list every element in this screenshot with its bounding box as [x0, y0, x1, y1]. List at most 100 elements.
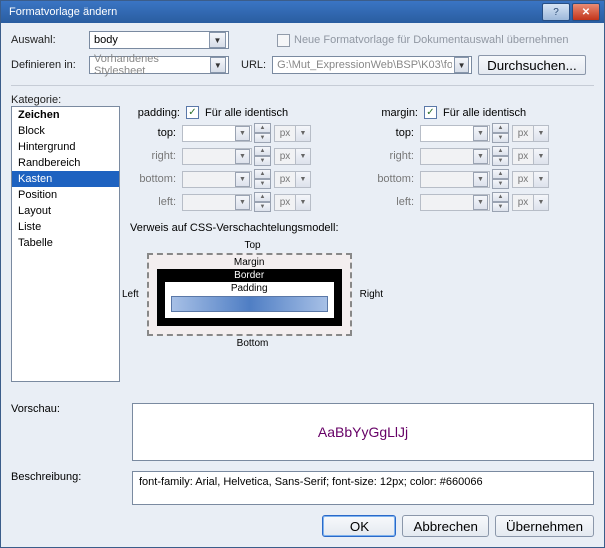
button-row: OK Abbrechen Übernehmen — [11, 505, 594, 537]
cat-layout[interactable]: Layout — [12, 203, 119, 219]
cat-tabelle[interactable]: Tabelle — [12, 235, 119, 251]
url-label: URL: — [241, 59, 266, 71]
margin-top-unit[interactable]: px▼ — [512, 125, 552, 142]
chevron-down-icon: ▼ — [210, 57, 226, 73]
padding-left-unit: px▼ — [274, 194, 314, 211]
chevron-down-icon: ▼ — [235, 149, 250, 164]
chevron-down-icon: ▼ — [454, 57, 469, 73]
divider — [11, 85, 594, 86]
cat-kasten[interactable]: Kasten — [12, 171, 119, 187]
boxmodel-header: Verweis auf CSS-Verschachtelungsmodell: — [130, 222, 594, 234]
margin-group: margin: ✓ Für alle identisch top: ▼ ▲▼ p… — [368, 106, 576, 212]
padding-identical-checkbox[interactable]: ✓ — [186, 106, 199, 119]
description-label: Beschreibung: — [11, 471, 120, 483]
chevron-down-icon: ▼ — [209, 32, 226, 48]
margin-left-input: ▼ — [420, 194, 490, 211]
auswahl-select[interactable]: body ▼ — [89, 31, 229, 49]
margin-left-unit: px▼ — [512, 194, 552, 211]
dialog-window: Formatvorlage ändern ? ✕ Auswahl: body ▼… — [0, 0, 605, 548]
auswahl-label: Auswahl: — [11, 34, 83, 46]
cat-zeichen[interactable]: Zeichen — [12, 107, 119, 123]
margin-top-input[interactable]: ▼ — [420, 125, 490, 142]
margin-right-input: ▼ — [420, 148, 490, 165]
chevron-down-icon: ▼ — [473, 195, 488, 210]
padding-right-input: ▼ — [182, 148, 252, 165]
margin-grid: top: ▼ ▲▼ px▼ right: ▼ ▲▼ px▼ bottom: ▼ — [368, 123, 576, 212]
padding-bottom-spinner: ▲▼ — [254, 169, 272, 189]
neue-template-checkbox[interactable]: Neue Formatvorlage für Dokumentauswahl ü… — [277, 34, 569, 47]
border-text: Border — [234, 270, 264, 281]
apply-button[interactable]: Übernehmen — [495, 515, 594, 537]
padding-top-label: top: — [130, 127, 180, 139]
padding-identical-label: Für alle identisch — [205, 107, 288, 119]
padding-right-label: right: — [130, 150, 180, 162]
margin-bottom-label: bottom: — [368, 173, 418, 185]
padding-bottom-unit: px▼ — [274, 171, 314, 188]
margin-identical-checkbox[interactable]: ✓ — [424, 106, 437, 119]
def-in-value: Vorhandenes Stylesheet — [94, 53, 208, 77]
cat-hintergrund[interactable]: Hintergrund — [12, 139, 119, 155]
padding-top-input[interactable]: ▼ — [182, 125, 252, 142]
bm-right: Right — [356, 289, 387, 300]
preview-box: AaBbYyGgLlJj — [132, 403, 594, 461]
chevron-down-icon: ▼ — [473, 149, 488, 164]
kategorie-label: Kategorie: — [11, 94, 120, 106]
padding-label: padding: — [130, 107, 180, 119]
title-text: Formatvorlage ändern — [5, 6, 542, 18]
neue-template-label: Neue Formatvorlage für Dokumentauswahl ü… — [294, 34, 569, 46]
description-row: Beschreibung: font-family: Arial, Helvet… — [11, 471, 594, 505]
def-in-label: Definieren in: — [11, 59, 83, 71]
close-button[interactable]: ✕ — [572, 3, 600, 21]
cat-liste[interactable]: Liste — [12, 219, 119, 235]
border-box: Border Padding — [157, 269, 342, 326]
auswahl-value: body — [94, 34, 118, 46]
box-model-diagram: Top Left Margin Border Padding — [135, 238, 370, 351]
padding-top-spinner[interactable]: ▲▼ — [254, 123, 272, 143]
cancel-button[interactable]: Abbrechen — [402, 515, 488, 537]
row-definieren: Definieren in: Vorhandenes Stylesheet ▼ … — [11, 55, 594, 75]
ok-button[interactable]: OK — [322, 515, 396, 537]
cat-randbereich[interactable]: Randbereich — [12, 155, 119, 171]
description-box: font-family: Arial, Helvetica, Sans-Seri… — [132, 471, 594, 505]
chevron-down-icon: ▼ — [473, 172, 488, 187]
margin-top-label: top: — [368, 127, 418, 139]
margin-top-spinner[interactable]: ▲▼ — [492, 123, 510, 143]
preview-sample: AaBbYyGgLlJj — [318, 424, 408, 440]
padding-box: Padding — [165, 282, 334, 318]
chevron-down-icon: ▼ — [235, 172, 250, 187]
padding-left-input: ▼ — [182, 194, 252, 211]
help-button[interactable]: ? — [542, 3, 570, 21]
titlebar: Formatvorlage ändern ? ✕ — [1, 1, 604, 23]
margin-right-unit: px▼ — [512, 148, 552, 165]
padding-bottom-input: ▼ — [182, 171, 252, 188]
margin-left-label: left: — [368, 196, 418, 208]
browse-button[interactable]: Durchsuchen... — [478, 55, 586, 75]
margin-bottom-input: ▼ — [420, 171, 490, 188]
margin-right-label: right: — [368, 150, 418, 162]
cat-block[interactable]: Block — [12, 123, 119, 139]
kategorie-listbox[interactable]: Zeichen Block Hintergrund Randbereich Ka… — [11, 106, 120, 382]
preview-row: Vorschau: AaBbYyGgLlJj — [11, 403, 594, 461]
cat-position[interactable]: Position — [12, 187, 119, 203]
def-in-select[interactable]: Vorhandenes Stylesheet ▼ — [89, 56, 229, 74]
titlebar-buttons: ? ✕ — [542, 3, 600, 21]
content-area: Auswahl: body ▼ Neue Formatvorlage für D… — [1, 23, 604, 547]
chevron-down-icon: ▼ — [235, 195, 250, 210]
chevron-down-icon: ▼ — [473, 126, 488, 141]
padding-bottom-label: bottom: — [130, 173, 180, 185]
padding-right-unit: px▼ — [274, 148, 314, 165]
bm-left: Left — [118, 289, 143, 300]
padding-text: Padding — [231, 283, 268, 294]
margin-text: Margin — [234, 257, 265, 268]
right-pane: padding: ✓ Für alle identisch top: ▼ ▲▼ … — [130, 106, 594, 393]
padding-left-spinner: ▲▼ — [254, 192, 272, 212]
url-select[interactable]: G:\Mut_ExpressionWeb\BSP\K03\formate ▼ — [272, 56, 472, 74]
padding-right-spinner: ▲▼ — [254, 146, 272, 166]
padding-top-unit[interactable]: px▼ — [274, 125, 314, 142]
margin-left-spinner: ▲▼ — [492, 192, 510, 212]
preview-label: Vorschau: — [11, 403, 120, 415]
checkbox-box — [277, 34, 290, 47]
bm-bottom: Bottom — [235, 336, 271, 351]
main-area: Zeichen Block Hintergrund Randbereich Ka… — [11, 106, 594, 393]
padding-group: padding: ✓ Für alle identisch top: ▼ ▲▼ … — [130, 106, 338, 212]
